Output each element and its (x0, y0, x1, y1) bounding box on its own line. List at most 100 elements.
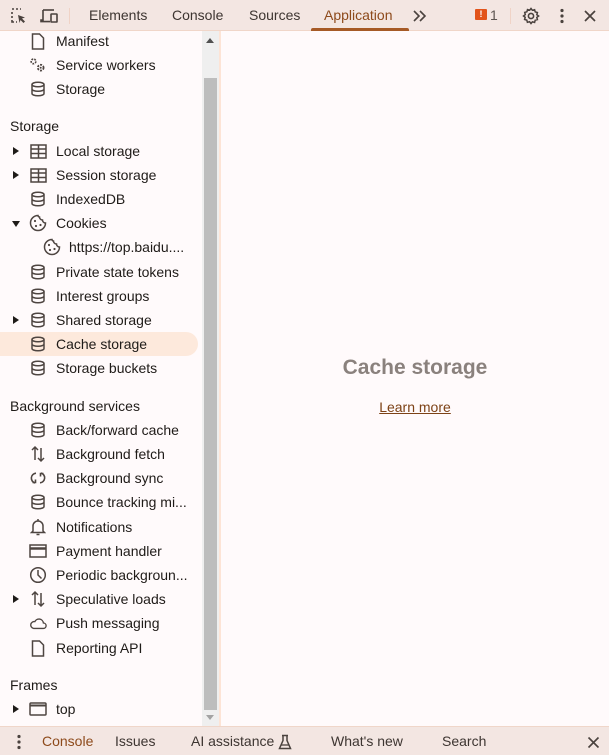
sidebar-item-private-state-tokens[interactable]: Private state tokens (0, 260, 198, 284)
sidebar-item-label: Push messaging (56, 615, 160, 631)
sidebar-item-label: https://top.baidu.... (69, 239, 185, 255)
sidebar-item-push-messaging[interactable]: Push messaging (0, 611, 198, 635)
sidebar-item-background-sync[interactable]: Background sync (0, 466, 198, 490)
sidebar-item-interest-groups[interactable]: Interest groups (0, 284, 198, 308)
expand-arrow-icon[interactable] (13, 171, 19, 179)
tab-sources[interactable]: Sources (249, 0, 300, 31)
sidebar-item-label: IndexedDB (56, 191, 126, 207)
sidebar-item-reporting-api[interactable]: Reporting API (0, 636, 198, 660)
up-down-arrows-icon (29, 590, 47, 608)
sidebar-item-local-storage[interactable]: Local storage (0, 139, 198, 163)
sidebar-item-label: Reporting API (56, 640, 143, 656)
sidebar-item-cookies[interactable]: Cookies (0, 211, 198, 235)
issues-icon[interactable]: ! (475, 9, 487, 20)
issues-count[interactable]: 1 (490, 0, 498, 31)
sidebar-item-service-workers[interactable]: Service workers (0, 53, 198, 77)
sidebar-item-label: top (56, 701, 76, 717)
tab-application[interactable]: Application (324, 0, 393, 31)
gears-icon (29, 56, 47, 74)
sidebar-item-frame-top[interactable]: top (0, 697, 198, 721)
sidebar-item-label: Shared storage (56, 312, 152, 328)
section-heading-frames: Frames (10, 677, 58, 693)
sidebar-item-label: Bounce tracking mi... (56, 494, 187, 510)
sidebar-item-label: Storage (56, 81, 106, 97)
sidebar-scrollbar[interactable] (202, 31, 219, 726)
sidebar-item-speculative-loads[interactable]: Speculative loads (0, 587, 198, 611)
database-icon (29, 421, 47, 439)
sidebar-item-label: Interest groups (56, 288, 150, 304)
sidebar-item-bounce-tracking[interactable]: Bounce tracking mi... (0, 490, 198, 514)
file-icon (29, 32, 47, 50)
scroll-down-arrow-icon[interactable] (206, 715, 214, 720)
sidebar-item-indexeddb[interactable]: IndexedDB (0, 187, 198, 211)
drawer-tab-ai-assistance[interactable]: AI assistance (191, 727, 274, 755)
expand-arrow-icon[interactable] (13, 147, 19, 155)
sidebar-item-label: Background fetch (56, 446, 165, 462)
cookie-icon (29, 214, 47, 232)
sidebar-item-label: Notifications (56, 519, 133, 535)
up-down-arrows-icon (29, 445, 47, 463)
sidebar-item-notifications[interactable]: Notifications (0, 515, 198, 539)
tab-console[interactable]: Console (172, 0, 223, 31)
database-icon (29, 190, 47, 208)
sidebar-item-cache-storage[interactable]: Cache storage (0, 332, 198, 356)
sidebar-item-label: Manifest (56, 33, 109, 49)
sync-icon (29, 469, 47, 487)
sidebar-item-label: Speculative loads (56, 591, 166, 607)
drawer-tab-whats-new[interactable]: What's new (331, 727, 403, 755)
collapse-arrow-icon[interactable] (12, 221, 20, 227)
database-icon (29, 493, 47, 511)
sidebar-item-label: Back/forward cache (56, 422, 179, 438)
table-icon (29, 142, 47, 160)
sidebar-item-label: Service workers (56, 57, 156, 73)
flask-icon (275, 732, 295, 752)
clock-icon (29, 566, 47, 584)
expand-arrow-icon[interactable] (13, 705, 19, 713)
learn-more-link[interactable]: Learn more (221, 399, 609, 415)
database-icon (29, 359, 47, 377)
section-heading-storage: Storage (10, 118, 60, 134)
sidebar-item-storage[interactable]: Storage (0, 77, 198, 101)
sidebar-item-back-forward-cache[interactable]: Back/forward cache (0, 418, 198, 442)
file-icon (29, 639, 47, 657)
scrollbar-thumb[interactable] (204, 78, 217, 710)
sidebar-item-label: Periodic backgroun... (56, 567, 188, 583)
sidebar-item-label: Background sync (56, 470, 164, 486)
table-icon (29, 166, 47, 184)
sidebar-item-label: Storage buckets (56, 360, 158, 376)
more-options-icon[interactable] (552, 6, 572, 26)
database-icon (29, 335, 47, 353)
sidebar-item-label: Private state tokens (56, 264, 179, 280)
expand-arrow-icon[interactable] (13, 316, 19, 324)
sidebar-item-storage-buckets[interactable]: Storage buckets (0, 356, 198, 380)
drawer-tab-issues[interactable]: Issues (115, 727, 155, 755)
page-title: Cache storage (342, 356, 488, 379)
database-icon (29, 80, 47, 98)
inspect-element-icon[interactable] (9, 6, 29, 26)
more-tabs-icon[interactable] (410, 6, 430, 26)
sidebar-item-background-fetch[interactable]: Background fetch (0, 442, 198, 466)
close-drawer-icon[interactable] (583, 732, 603, 752)
tab-elements[interactable]: Elements (89, 0, 147, 31)
sidebar-item-shared-storage[interactable]: Shared storage (0, 308, 198, 332)
devtools-toolbar: Elements Console Sources Application ! 1 (0, 0, 609, 31)
sidebar-item-label: Cookies (56, 215, 107, 231)
drawer-tab-search[interactable]: Search (442, 727, 486, 755)
expand-arrow-icon[interactable] (13, 595, 19, 603)
credit-card-icon (29, 542, 47, 560)
scroll-up-arrow-icon[interactable] (206, 38, 214, 43)
application-sidebar: Manifest Service workers Storage Storage… (0, 31, 202, 726)
sidebar-item-cookie-origin[interactable]: https://top.baidu.... (0, 235, 198, 259)
close-devtools-icon[interactable] (580, 6, 600, 26)
drawer-menu-icon[interactable] (9, 732, 29, 752)
section-heading-background-services: Background services (10, 398, 140, 414)
sidebar-item-label: Payment handler (56, 543, 162, 559)
toolbar-divider (69, 8, 70, 24)
settings-gear-icon[interactable] (521, 6, 541, 26)
device-toolbar-icon[interactable] (39, 6, 59, 26)
sidebar-item-session-storage[interactable]: Session storage (0, 163, 198, 187)
sidebar-item-payment-handler[interactable]: Payment handler (0, 539, 198, 563)
sidebar-item-periodic-background-sync[interactable]: Periodic backgroun... (0, 563, 198, 587)
drawer-tab-console[interactable]: Console (42, 727, 93, 755)
sidebar-item-manifest[interactable]: Manifest (0, 31, 198, 53)
